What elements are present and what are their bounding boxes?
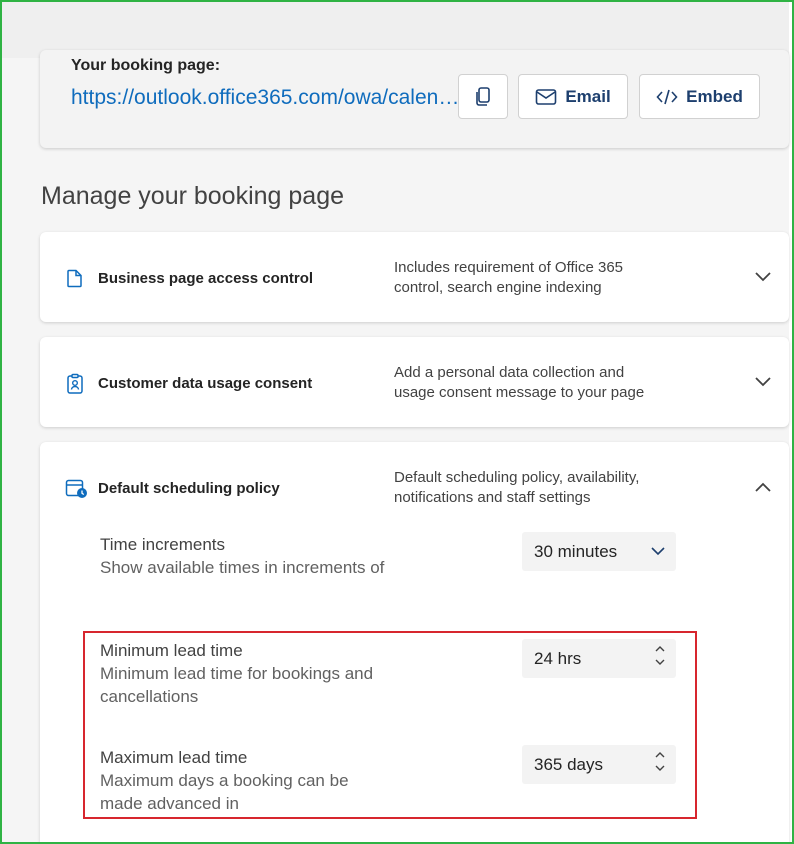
panel-description-line: usage consent message to your page <box>394 384 645 401</box>
min-lead-time-value: 24 hrs <box>534 648 582 668</box>
max-lead-time-label: Maximum lead time <box>100 748 248 767</box>
chevron-down-icon <box>651 547 665 556</box>
chevron-up-icon[interactable] <box>753 480 773 494</box>
panel-description-line: notifications and staff settings <box>394 489 591 506</box>
time-increments-description: Show available times in increments of <box>100 558 385 577</box>
chevron-down-icon[interactable] <box>654 658 666 666</box>
document-icon <box>67 269 82 288</box>
booking-link-card: Your booking page: https://outlook.offic… <box>40 50 789 148</box>
description-line: Maximum days a booking can be <box>100 771 349 790</box>
min-lead-time-stepper[interactable]: 24 hrs <box>522 639 676 678</box>
copy-icon <box>476 86 490 106</box>
chevron-down-icon[interactable] <box>753 375 773 389</box>
panel-scheduling-policy: Default scheduling policy Default schedu… <box>40 442 789 844</box>
panel-title: Customer data usage consent <box>98 375 313 392</box>
copy-link-button[interactable] <box>458 74 508 119</box>
panel-title: Default scheduling policy <box>98 480 280 497</box>
booking-link-title: Your booking page: <box>71 57 221 74</box>
min-lead-time-label: Minimum lead time <box>100 641 243 660</box>
panel-customer-consent[interactable]: Customer data usage consent Add a person… <box>40 337 789 427</box>
panel-business-access[interactable]: Business page access control Includes re… <box>40 232 789 322</box>
manage-heading: Manage your booking page <box>41 182 345 210</box>
min-lead-time-description: Minimum lead time for bookings and cance… <box>100 662 400 708</box>
embed-button-label: Embed <box>686 86 743 106</box>
calendar-clock-icon <box>65 479 87 498</box>
panel-description: Default scheduling policy, availability,… <box>394 468 684 508</box>
mail-icon <box>536 88 557 105</box>
code-icon <box>656 89 678 104</box>
max-lead-time-value: 365 days <box>534 754 603 774</box>
description-line: cancellations <box>100 687 199 706</box>
time-increments-label: Time increments <box>100 535 226 554</box>
panel-description: Includes requirement of Office 365 contr… <box>394 258 684 298</box>
chevron-down-icon[interactable] <box>753 270 773 284</box>
panel-description-line: control, search engine indexing <box>394 279 602 296</box>
chevron-up-icon[interactable] <box>654 645 666 653</box>
panel-title: Business page access control <box>98 270 314 287</box>
panel-description-line: Default scheduling policy, availability, <box>394 469 640 486</box>
max-lead-time-stepper[interactable]: 365 days <box>522 745 676 784</box>
clipboard-person-icon <box>67 373 83 394</box>
scrollbar-track <box>789 2 792 842</box>
stepper-arrows <box>654 751 666 772</box>
embed-button[interactable]: Embed <box>639 74 760 119</box>
chevron-down-icon[interactable] <box>654 764 666 772</box>
description-line: made advanced in <box>100 794 239 813</box>
description-line: Minimum lead time for bookings and <box>100 664 374 683</box>
max-lead-time-description: Maximum days a booking can be made advan… <box>100 769 400 815</box>
email-button[interactable]: Email <box>518 74 628 119</box>
time-increments-value: 30 minutes <box>534 541 618 561</box>
stepper-arrows <box>654 645 666 666</box>
chevron-up-icon[interactable] <box>654 751 666 759</box>
panel-description-line: Includes requirement of Office 365 <box>394 259 624 276</box>
email-button-label: Email <box>565 86 611 106</box>
booking-link-url[interactable]: https://outlook.office365.com/owa/calend… <box>71 86 461 110</box>
time-increments-select[interactable]: 30 minutes <box>522 532 676 571</box>
panel-description-line: Add a personal data collection and <box>394 364 625 381</box>
panel-description: Add a personal data collection and usage… <box>394 363 684 403</box>
